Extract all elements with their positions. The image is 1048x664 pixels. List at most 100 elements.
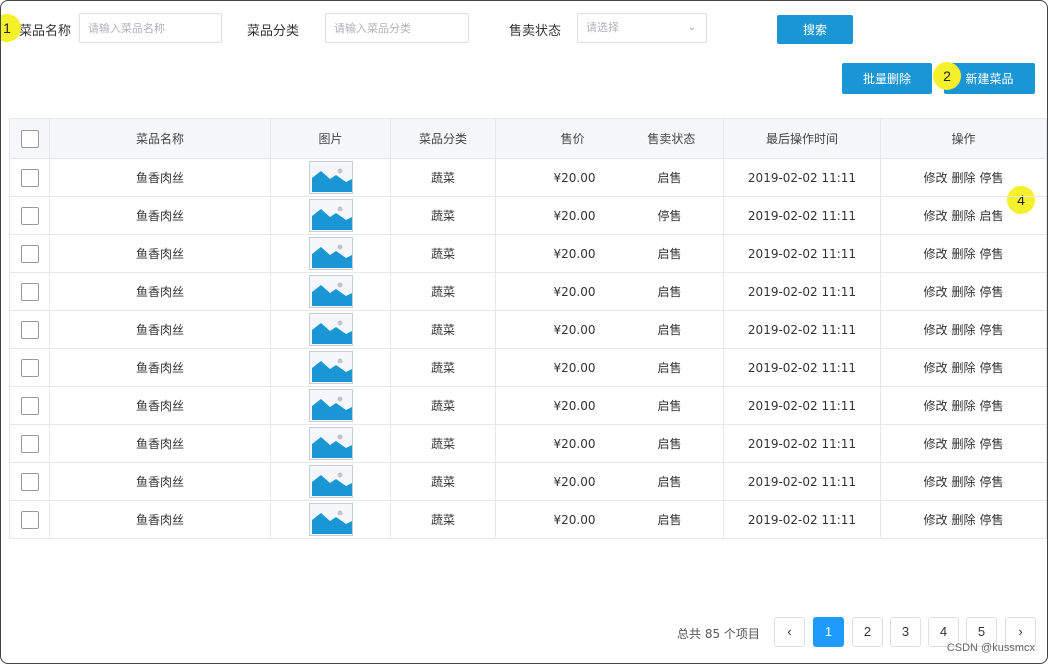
dish-name-cell: 鱼香肉丝 <box>49 234 271 273</box>
page-frame: 菜品名称 菜品分类 售卖状态 请选择 ⌄ 搜索 批量删除 新建菜品 1 2 3 … <box>0 0 1048 664</box>
table-row: 鱼香肉丝 蔬菜 ¥20.00 启售 2019-02-02 11:11 修改 删除 停售 <box>9 158 1047 197</box>
prev-page-button[interactable]: ‹ <box>774 617 805 647</box>
page-1[interactable]: 1 <box>813 617 844 647</box>
category-cell: 蔬菜 <box>390 158 496 197</box>
chevron-right-icon: › <box>1018 624 1023 639</box>
toggle-sale-link[interactable]: 停售 <box>980 437 1004 451</box>
image-placeholder-icon <box>308 389 353 422</box>
delete-link[interactable]: 删除 <box>951 323 975 337</box>
edit-link[interactable]: 修改 <box>923 323 947 337</box>
search-button[interactable]: 搜索 <box>777 15 853 44</box>
table-row: 鱼香肉丝 蔬菜 ¥20.00 启售 2019-02-02 11:11 修改 删除 停售 <box>9 272 1047 311</box>
row-checkbox[interactable] <box>20 244 39 263</box>
select-all-checkbox[interactable] <box>20 129 39 148</box>
delete-link[interactable]: 删除 <box>951 171 975 185</box>
toggle-sale-link[interactable]: 停售 <box>980 361 1004 375</box>
category-cell: 蔬菜 <box>390 310 496 349</box>
table-body: 鱼香肉丝 蔬菜 ¥20.00 启售 2019-02-02 11:11 修改 删除 停售 鱼香肉丝… <box>9 158 1047 539</box>
sale-status-select[interactable]: 请选择 ⌄ <box>577 13 707 43</box>
row-checkbox[interactable] <box>20 168 39 187</box>
table-row: 鱼香肉丝 蔬菜 ¥20.00 启售 2019-02-02 11:11 修改 删除 停售 <box>9 424 1047 463</box>
dish-name-cell: 鱼香肉丝 <box>49 196 271 235</box>
row-checkbox[interactable] <box>20 434 39 453</box>
dish-name-input[interactable] <box>79 13 222 43</box>
toggle-sale-link[interactable]: 停售 <box>980 247 1004 261</box>
edit-link[interactable]: 修改 <box>923 513 947 527</box>
image-placeholder-icon <box>308 199 353 232</box>
operations-cell: 修改 删除 停售 <box>880 310 1047 349</box>
page-2[interactable]: 2 <box>852 617 883 647</box>
operations-cell: 修改 删除 停售 <box>880 158 1047 197</box>
price-status-cell: ¥20.00 启售 <box>495 158 724 197</box>
toggle-sale-link[interactable]: 停售 <box>980 323 1004 337</box>
edit-link[interactable]: 修改 <box>923 247 947 261</box>
status-value: 启售 <box>657 475 682 489</box>
row-checkbox[interactable] <box>20 206 39 225</box>
last-op-time-cell: 2019-02-02 11:11 <box>723 310 881 349</box>
chevron-left-icon: ‹ <box>787 624 792 639</box>
row-checkbox[interactable] <box>20 320 39 339</box>
last-op-time-cell: 2019-02-02 11:11 <box>723 424 881 463</box>
edit-link[interactable]: 修改 <box>923 285 947 299</box>
image-cell <box>270 310 391 349</box>
image-placeholder-icon <box>308 313 353 346</box>
image-cell <box>270 386 391 425</box>
price-value: ¥20.00 <box>553 475 596 489</box>
delete-link[interactable]: 删除 <box>951 361 975 375</box>
row-checkbox[interactable] <box>20 358 39 377</box>
sale-status-label: 售卖状态 <box>509 24 562 39</box>
row-checkbox[interactable] <box>20 282 39 301</box>
toggle-sale-link[interactable]: 停售 <box>980 399 1004 413</box>
edit-link[interactable]: 修改 <box>923 171 947 185</box>
category-cell: 蔬菜 <box>390 272 496 311</box>
table-row: 鱼香肉丝 蔬菜 ¥20.00 启售 2019-02-02 11:11 修改 删除 停售 <box>9 310 1047 349</box>
row-select-cell <box>9 234 50 273</box>
header-dish-name: 菜品名称 <box>49 118 271 159</box>
row-select-cell <box>9 158 50 197</box>
image-cell <box>270 500 391 539</box>
table-row: 鱼香肉丝 蔬菜 ¥20.00 停售 2019-02-02 11:11 修改 删除 启售 <box>9 196 1047 235</box>
price-status-cell: ¥20.00 启售 <box>495 500 724 539</box>
edit-link[interactable]: 修改 <box>923 209 947 223</box>
image-cell <box>270 158 391 197</box>
row-select-cell <box>9 500 50 539</box>
edit-link[interactable]: 修改 <box>923 399 947 413</box>
dish-table: 菜品名称 图片 菜品分类 售价 售卖状态 最后操作时间 操作 鱼香肉丝 蔬菜 ¥20… <box>9 118 1047 539</box>
table-row: 鱼香肉丝 蔬菜 ¥20.00 启售 2019-02-02 11:11 修改 删除 停售 <box>9 386 1047 425</box>
price-status-cell: ¥20.00 启售 <box>495 424 724 463</box>
toggle-sale-link[interactable]: 停售 <box>980 513 1004 527</box>
delete-link[interactable]: 删除 <box>951 513 975 527</box>
image-cell <box>270 424 391 463</box>
delete-link[interactable]: 删除 <box>951 475 975 489</box>
last-op-time-cell: 2019-02-02 11:11 <box>723 158 881 197</box>
toggle-sale-link[interactable]: 停售 <box>980 475 1004 489</box>
header-category: 菜品分类 <box>390 118 496 159</box>
batch-delete-button[interactable]: 批量删除 <box>842 63 932 94</box>
operations-cell: 修改 删除 停售 <box>880 272 1047 311</box>
status-value: 启售 <box>657 323 682 337</box>
row-checkbox[interactable] <box>20 396 39 415</box>
edit-link[interactable]: 修改 <box>923 437 947 451</box>
sale-status-placeholder: 请选择 <box>586 21 619 34</box>
toggle-sale-link[interactable]: 启售 <box>980 209 1004 223</box>
toggle-sale-link[interactable]: 停售 <box>980 171 1004 185</box>
delete-link[interactable]: 删除 <box>951 285 975 299</box>
table-row: 鱼香肉丝 蔬菜 ¥20.00 启售 2019-02-02 11:11 修改 删除 停售 <box>9 234 1047 273</box>
category-cell: 蔬菜 <box>390 386 496 425</box>
delete-link[interactable]: 删除 <box>951 247 975 261</box>
category-cell: 蔬菜 <box>390 500 496 539</box>
price-status-cell: ¥20.00 启售 <box>495 310 724 349</box>
delete-link[interactable]: 删除 <box>951 209 975 223</box>
row-checkbox[interactable] <box>20 472 39 491</box>
delete-link[interactable]: 删除 <box>951 437 975 451</box>
toggle-sale-link[interactable]: 停售 <box>980 285 1004 299</box>
row-select-cell <box>9 462 50 501</box>
delete-link[interactable]: 删除 <box>951 399 975 413</box>
image-placeholder-icon <box>308 427 353 460</box>
edit-link[interactable]: 修改 <box>923 361 947 375</box>
row-checkbox[interactable] <box>20 510 39 529</box>
dish-category-input[interactable] <box>325 13 469 43</box>
edit-link[interactable]: 修改 <box>923 475 947 489</box>
dish-name-label: 菜品名称 <box>19 24 72 39</box>
page-3[interactable]: 3 <box>890 617 921 647</box>
